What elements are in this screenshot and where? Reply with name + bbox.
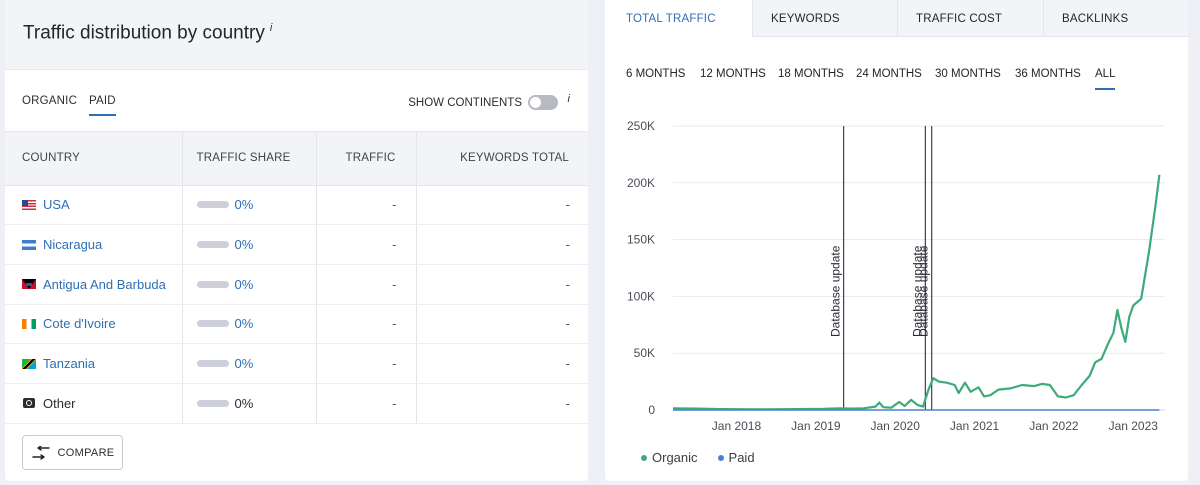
traffic-share-bar bbox=[196, 280, 229, 288]
x-tick-label: Jan 2023 bbox=[1109, 419, 1159, 433]
column-header-traffic-share[interactable]: TRAFFIC SHARE bbox=[182, 132, 317, 186]
y-tick-label: 0 bbox=[648, 403, 655, 417]
keywords-total-value: - bbox=[416, 383, 588, 424]
column-header-traffic[interactable]: TRAFFIC bbox=[316, 132, 417, 186]
x-tick-label: Jan 2021 bbox=[950, 419, 1000, 433]
traffic-type-tabs: ORGANIC PAID SHOW CONTINENTS i bbox=[5, 70, 588, 132]
traffic-value: - bbox=[316, 224, 417, 265]
y-tick-label: 50K bbox=[634, 346, 655, 360]
toggle-knob bbox=[530, 97, 541, 108]
traffic-share-cell: 0% bbox=[182, 343, 317, 384]
nicaragua-flag-icon bbox=[22, 239, 36, 250]
country-link[interactable]: Antigua And Barbuda bbox=[43, 277, 166, 292]
traffic-share-cell: 0% bbox=[182, 264, 317, 305]
table-row: Nicaragua 0% - - bbox=[5, 224, 588, 265]
country-cell: Nicaragua bbox=[5, 224, 183, 265]
country-cell: Antigua And Barbuda bbox=[5, 264, 183, 305]
traffic-share-cell: 0% bbox=[182, 383, 317, 424]
usa-flag-icon bbox=[22, 199, 36, 210]
show-continents-label: SHOW CONTINENTS bbox=[408, 96, 522, 109]
keywords-total-value: - bbox=[416, 304, 588, 345]
traffic-share-value[interactable]: 0% bbox=[235, 316, 254, 331]
traffic-share-bar bbox=[196, 241, 229, 249]
database-update-label: Database update bbox=[917, 245, 931, 337]
keywords-total-value: - bbox=[416, 224, 588, 265]
info-icon[interactable]: i bbox=[270, 22, 272, 34]
legend-paid-label: Paid bbox=[728, 450, 755, 465]
country-table: COUNTRY TRAFFIC SHARE TRAFFIC KEYWORDS T… bbox=[5, 132, 588, 424]
traffic-value: - bbox=[316, 383, 417, 424]
column-header-country[interactable]: COUNTRY bbox=[5, 132, 183, 186]
tab-organic[interactable]: ORGANIC bbox=[22, 95, 77, 107]
antigua-flag-icon bbox=[22, 279, 36, 290]
keywords-total-value: - bbox=[416, 264, 588, 305]
organic-dot-icon bbox=[641, 454, 647, 461]
paid-dot-icon bbox=[717, 454, 724, 461]
traffic-share-cell: 0% bbox=[182, 304, 317, 345]
info-icon[interactable]: i bbox=[568, 93, 570, 105]
traffic-value: - bbox=[316, 185, 417, 226]
country-cell: Cote d'Ivoire bbox=[5, 304, 183, 345]
database-update-label: Database update bbox=[829, 245, 843, 337]
traffic-share-value[interactable]: 0% bbox=[235, 197, 254, 212]
country-link[interactable]: Nicaragua bbox=[43, 237, 102, 252]
legend-organic-label: Organic bbox=[652, 450, 698, 465]
tanzania-flag-icon bbox=[22, 358, 36, 369]
keywords-total-value: - bbox=[416, 185, 588, 226]
country-cell: Other bbox=[5, 383, 183, 424]
y-tick-label: 250K bbox=[627, 119, 655, 133]
traffic-share-value[interactable]: 0% bbox=[235, 237, 254, 252]
country-link[interactable]: Tanzania bbox=[43, 356, 95, 371]
ivory-coast-flag-icon bbox=[22, 318, 36, 329]
country-name: Other bbox=[43, 395, 76, 411]
x-tick-label: Jan 2018 bbox=[712, 419, 762, 433]
traffic-distribution-panel: Traffic distribution by country i ORGANIC… bbox=[5, 0, 588, 481]
legend-paid[interactable]: Paid bbox=[717, 450, 755, 465]
traffic-value: - bbox=[316, 304, 417, 345]
country-cell: USA bbox=[5, 185, 183, 226]
table-row: USA 0% - - bbox=[5, 185, 588, 226]
column-header-keywords-total[interactable]: KEYWORDS TOTAL bbox=[416, 132, 588, 186]
country-link[interactable]: USA bbox=[43, 197, 70, 212]
table-row: Cote d'Ivoire 0% - - bbox=[5, 304, 588, 345]
traffic-share-value[interactable]: 0% bbox=[235, 277, 254, 292]
y-tick-label: 100K bbox=[627, 289, 655, 303]
y-tick-label: 150K bbox=[627, 233, 655, 247]
compare-button[interactable]: COMPARE bbox=[22, 435, 123, 470]
show-continents-toggle[interactable] bbox=[528, 95, 558, 110]
traffic-value: - bbox=[316, 343, 417, 384]
show-continents-control: SHOW CONTINENTS i bbox=[408, 93, 570, 110]
x-tick-label: Jan 2019 bbox=[791, 419, 841, 433]
traffic-share-cell: 0% bbox=[182, 185, 317, 226]
traffic-share-bar bbox=[196, 399, 229, 407]
table-row: Antigua And Barbuda 0% - - bbox=[5, 264, 588, 305]
tab-paid[interactable]: PAID bbox=[89, 95, 116, 116]
traffic-share-bar bbox=[196, 320, 229, 328]
table-row: Other 0% - - bbox=[5, 383, 588, 424]
x-tick-label: Jan 2020 bbox=[870, 419, 920, 433]
table-header-row: COUNTRY TRAFFIC SHARE TRAFFIC KEYWORDS T… bbox=[5, 132, 588, 186]
legend-organic[interactable]: Organic bbox=[641, 450, 698, 465]
traffic-share-bar bbox=[196, 360, 229, 368]
panel-title: Traffic distribution by country i bbox=[23, 22, 273, 44]
table-row: Tanzania 0% - - bbox=[5, 343, 588, 384]
traffic-line-chart: 250K 200K 150K 100K 50K 0 Jan 2018 Jan 2019 Jan … bbox=[627, 119, 1165, 433]
traffic-share-bar bbox=[196, 201, 229, 209]
chart-legend: Organic Paid bbox=[641, 450, 755, 465]
country-link[interactable]: Cote d'Ivoire bbox=[43, 316, 116, 331]
traffic-chart-panel: TOTAL TRAFFIC KEYWORDS TRAFFIC COST BACK… bbox=[605, 0, 1188, 481]
keywords-total-value: - bbox=[416, 343, 588, 384]
panel-header: Traffic distribution by country i bbox=[5, 0, 588, 70]
y-tick-label: 200K bbox=[627, 176, 655, 190]
compare-label: COMPARE bbox=[57, 446, 115, 459]
globe-flag-icon bbox=[22, 398, 36, 409]
country-cell: Tanzania bbox=[5, 343, 183, 384]
compare-arrows-icon bbox=[31, 445, 50, 460]
traffic-share-value[interactable]: 0% bbox=[235, 356, 254, 371]
traffic-value: - bbox=[316, 264, 417, 305]
traffic-share-cell: 0% bbox=[182, 224, 317, 265]
x-tick-label: Jan 2022 bbox=[1029, 419, 1079, 433]
traffic-share-value: 0% bbox=[234, 395, 254, 411]
